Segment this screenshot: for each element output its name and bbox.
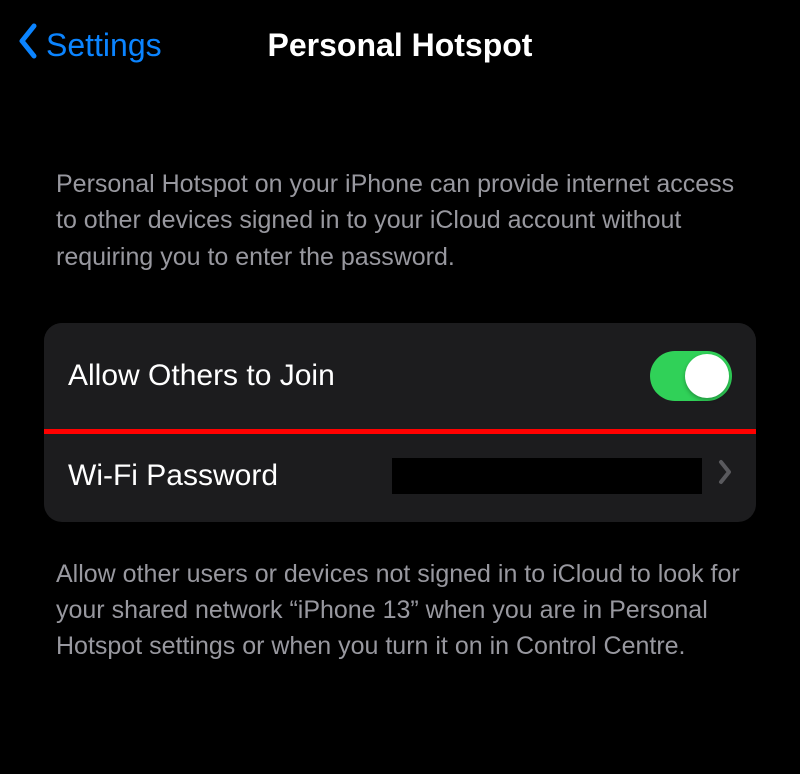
allow-others-switch[interactable] [650,351,732,401]
wifi-password-value [392,458,702,494]
wifi-password-label: Wi-Fi Password [68,459,278,493]
wifi-password-value-area [392,458,732,494]
wifi-password-row[interactable]: Wi-Fi Password [44,430,756,522]
allow-others-label: Allow Others to Join [68,359,335,393]
nav-header: Settings Personal Hotspot [0,0,800,90]
back-button[interactable]: Settings [16,22,162,68]
hotspot-description: Personal Hotspot on your iPhone can prov… [0,166,800,275]
chevron-right-icon [718,459,732,493]
settings-list: Allow Others to Join Wi-Fi Password [44,323,756,522]
page-title: Personal Hotspot [268,27,533,64]
chevron-left-icon [16,22,40,68]
hotspot-footer-description: Allow other users or devices not signed … [0,556,800,665]
switch-knob [685,354,729,398]
allow-others-row[interactable]: Allow Others to Join [44,323,756,434]
back-label: Settings [46,27,162,64]
